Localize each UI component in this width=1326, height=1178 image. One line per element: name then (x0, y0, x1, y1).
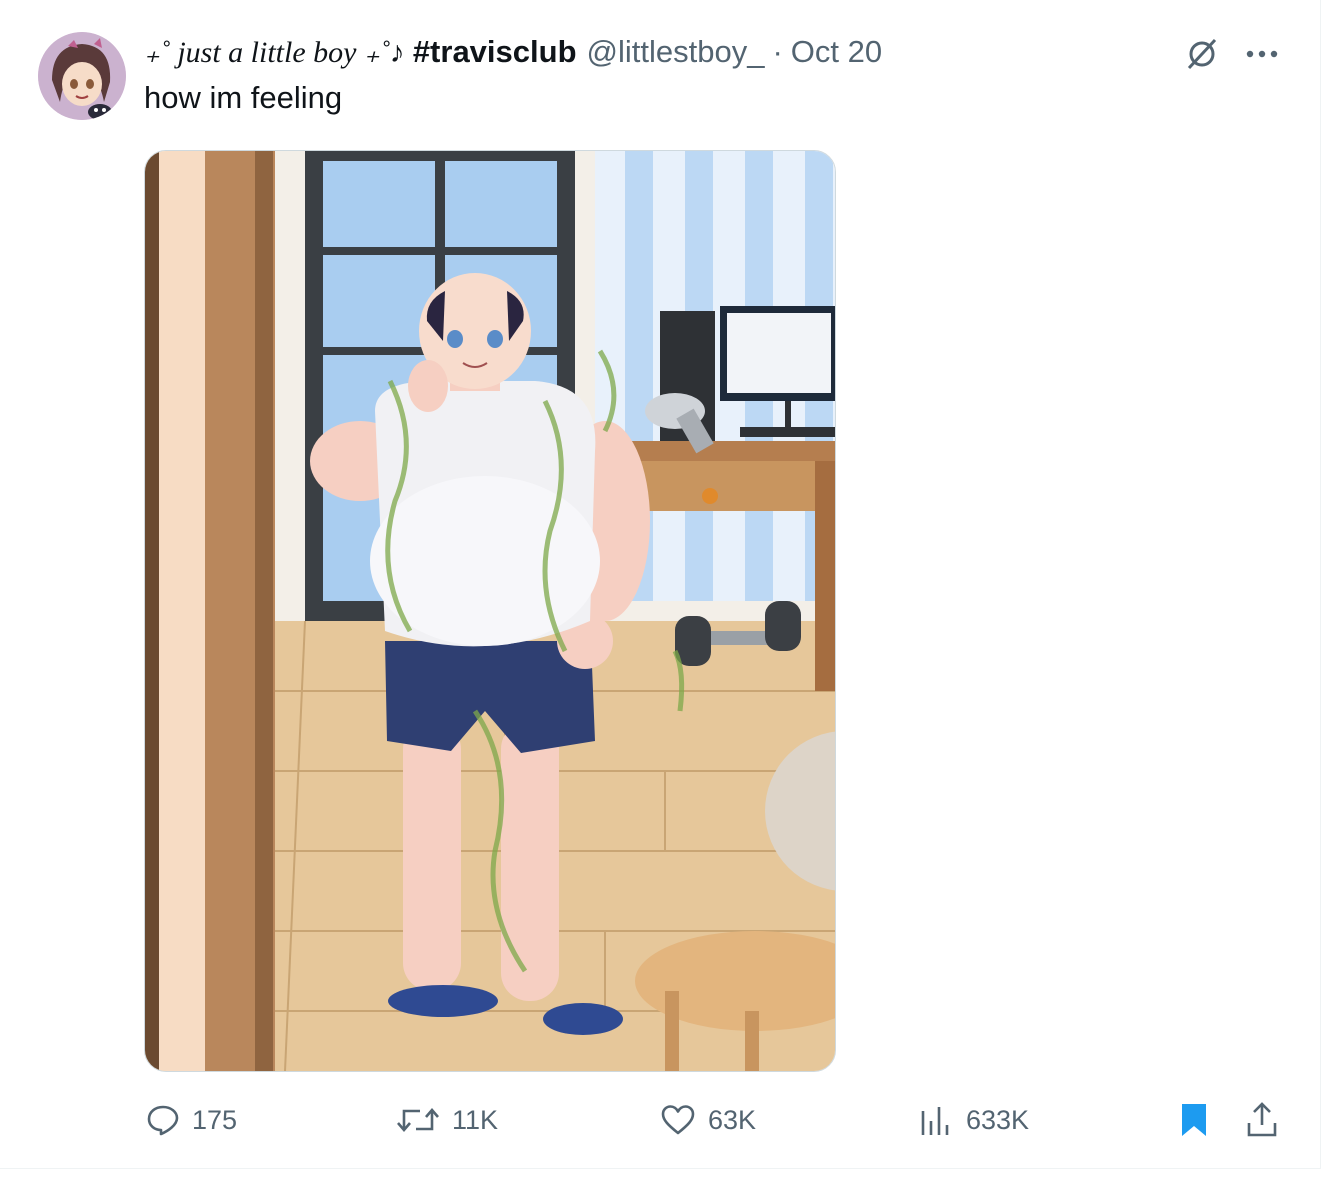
more-icon (1246, 50, 1278, 58)
reply-count: 175 (192, 1104, 238, 1135)
bookmark-icon (1182, 1104, 1206, 1136)
avatar-illustration (38, 32, 126, 120)
tweet-header: ₊˚ just a little boy ₊˚♪ #travisclub @li… (144, 30, 882, 74)
repost-icon (397, 1108, 439, 1132)
reply-button[interactable]: 175 (146, 1096, 237, 1144)
repost-button[interactable]: 11K (396, 1096, 498, 1144)
repost-count: 11K (452, 1104, 499, 1135)
share-icon (1247, 1102, 1277, 1137)
tweet-date[interactable]: Oct 20 (791, 34, 882, 70)
share-button[interactable] (1242, 1098, 1282, 1142)
avatar[interactable] (38, 32, 126, 120)
grok-icon (1187, 38, 1217, 70)
bookmark-button[interactable] (1174, 1098, 1214, 1142)
tweet-card[interactable]: ₊˚ just a little boy ₊˚♪ #travisclub @li… (0, 0, 1321, 1169)
views-button[interactable]: 633K (918, 1096, 1029, 1144)
more-button[interactable] (1240, 34, 1284, 74)
like-count: 63K (708, 1104, 757, 1135)
display-name[interactable]: ₊˚ just a little boy ₊˚♪ (144, 35, 405, 70)
tweet-text: how im feeling (144, 80, 343, 115)
separator: · (772, 34, 783, 69)
hashtag-link[interactable]: #travisclub (413, 34, 577, 70)
heart-icon (661, 1105, 695, 1135)
like-button[interactable]: 63K (660, 1096, 756, 1144)
reply-icon (147, 1105, 179, 1136)
tweet-media[interactable] (144, 150, 836, 1072)
user-handle[interactable]: @littlestboy_ (587, 34, 765, 70)
tweet-image (145, 151, 835, 1071)
view-count: 633K (966, 1104, 1030, 1135)
grok-button[interactable] (1180, 34, 1224, 74)
views-icon (921, 1107, 949, 1135)
